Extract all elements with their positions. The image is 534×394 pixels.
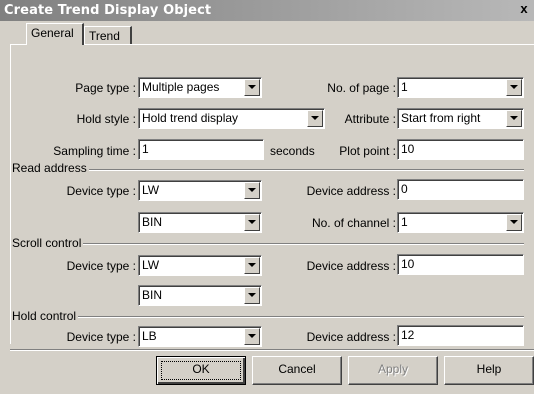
cancel-button-label: Cancel bbox=[278, 362, 316, 376]
focus-rect bbox=[161, 361, 241, 380]
tab-general[interactable]: General bbox=[26, 23, 84, 45]
tab-trend-label: Trend bbox=[89, 29, 120, 43]
apply-button[interactable]: Apply bbox=[348, 356, 438, 385]
panel-bottom-separator bbox=[10, 349, 534, 351]
window-title: Create Trend Display Object bbox=[4, 3, 212, 18]
close-icon[interactable]: x bbox=[516, 2, 532, 16]
help-button-label: Help bbox=[476, 362, 502, 376]
help-button[interactable]: Help bbox=[444, 356, 534, 385]
apply-button-label: Apply bbox=[377, 362, 409, 376]
cancel-button[interactable]: Cancel bbox=[252, 356, 342, 385]
title-bar: Create Trend Display Object x bbox=[0, 0, 534, 21]
tab-trend[interactable]: Trend bbox=[84, 26, 132, 45]
tab-panel bbox=[10, 44, 534, 344]
tab-general-label: General bbox=[31, 26, 74, 40]
ok-button[interactable]: OK bbox=[156, 356, 246, 385]
